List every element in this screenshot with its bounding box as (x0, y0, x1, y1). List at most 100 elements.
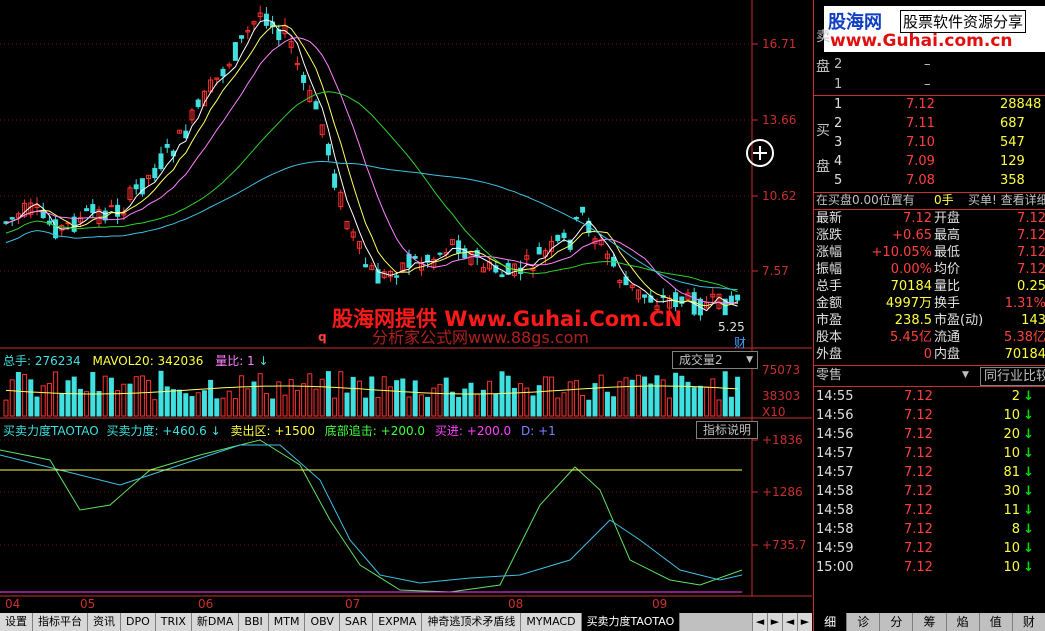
buy-level: 4 (834, 154, 843, 169)
quote-value: 0 (923, 347, 932, 362)
logo-slogan: 股票软件资源分享 (900, 10, 1027, 33)
tick-time: 14:56 (816, 427, 854, 442)
date-label: 07 (345, 597, 361, 611)
quote-label: 市盈(动) (934, 313, 984, 328)
tick-price: 7.12 (904, 408, 933, 423)
buy-level: 2 (834, 116, 843, 131)
scroll-left-icon[interactable]: ◄ (782, 613, 797, 631)
right-tab[interactable]: 诊 (847, 613, 881, 631)
tick-time: 14:55 (816, 389, 854, 404)
tab-new-dma[interactable]: 新DMA (191, 613, 240, 631)
right-tab[interactable]: 筹 (913, 613, 947, 631)
quote-value: +0.65 (892, 228, 932, 243)
quote-value: 5.38亿 (1004, 330, 1045, 345)
chart-area[interactable]: 16.71 13.66 10.62 7.57 5.25 财 q 股海网提供 Ww… (0, 0, 812, 612)
right-tab[interactable]: 细 (814, 613, 848, 631)
tab-news[interactable]: 资讯 (88, 613, 121, 631)
tick-volume: 8 (1011, 522, 1020, 537)
quote-value: 0.25 (1017, 279, 1045, 294)
indicator-force: 买卖力度: +460.6 (106, 424, 207, 438)
quote-value: 7.12 (903, 211, 932, 226)
volume-axis-label: 75073 (762, 363, 801, 377)
tick-row: 14:56 7.12 10 ↓ (814, 407, 1045, 424)
buy-volume: 687 (1000, 116, 1025, 131)
quote-label: 内盘 (934, 347, 961, 362)
date-label: 04 (5, 597, 21, 611)
scroll-right-icon[interactable]: ► (797, 613, 812, 631)
tab-mymacd[interactable]: MYMACD (521, 613, 582, 631)
tick-volume: 30 (1003, 484, 1020, 499)
buy-row[interactable]: 2 7.11 687 (814, 115, 1045, 132)
quote-label: 市盈 (816, 313, 843, 328)
right-tab[interactable]: 值 (980, 613, 1013, 631)
quote-row: 市盈 238.5 市盈(动) 143 (814, 312, 1045, 329)
tab-dpo[interactable]: DPO (121, 613, 156, 631)
indicator-axis-label: +1836 (762, 433, 803, 447)
cai-marker[interactable]: 财 (734, 334, 746, 351)
buy-level: 1 (834, 97, 843, 112)
quote-value: 7.12 (1017, 262, 1045, 277)
quote-label: 最低 (934, 245, 961, 260)
tick-time: 14:57 (816, 465, 854, 480)
quote-label: 量比 (934, 279, 961, 294)
tick-time: 14:58 (816, 522, 854, 537)
tab-sar[interactable]: SAR (339, 613, 374, 631)
right-tab[interactable]: 焰 (947, 613, 980, 631)
buy-row[interactable]: 1 7.12 28848 (814, 96, 1045, 113)
quote-label: 最新 (816, 211, 843, 226)
tick-price: 7.12 (904, 503, 933, 518)
logo: 股海网 股票软件资源分享 www.Guhai.com.cn (824, 6, 1045, 52)
indicator-help-button[interactable]: 指标说明 (696, 421, 759, 439)
tick-time: 14:57 (816, 446, 854, 461)
quote-label: 外盘 (816, 347, 843, 362)
tick-row: 14:55 7.12 2 ↓ (814, 388, 1045, 405)
quote-value: +10.05% (871, 245, 932, 260)
sell-row[interactable]: 2 – (814, 56, 1045, 73)
tick-row: 14:58 7.12 8 ↓ (814, 521, 1045, 538)
quote-value: 5.45亿 (890, 330, 932, 345)
scroll-right-icon[interactable]: ► (767, 613, 782, 631)
buy-row[interactable]: 4 7.09 129 (814, 153, 1045, 170)
arrow-down-icon: ↓ (1023, 522, 1034, 537)
buy-row[interactable]: 3 7.10 547 (814, 134, 1045, 151)
scroll-left-icon[interactable]: ◄ (752, 613, 767, 631)
volume-axis-label: X10 (762, 405, 786, 419)
date-label: 09 (652, 597, 668, 611)
tab-settings[interactable]: 设置 (0, 613, 33, 631)
quote-label: 开盘 (934, 211, 961, 226)
tick-price: 7.12 (904, 560, 933, 575)
quote-value: 143 (1021, 313, 1045, 328)
tab-scroll: ◄ ► ◄ ► (752, 613, 812, 631)
tab-mtm[interactable]: MTM (268, 613, 306, 631)
indicator-tabs: 设置 指标平台 资讯 DPO TRIX 新DMA BBI MTM OBV SAR… (0, 613, 812, 631)
buy-volume: 547 (1000, 135, 1025, 150)
volume-type-dropdown[interactable]: 成交量2 ▼ (672, 351, 758, 369)
right-tab[interactable]: 财 (1013, 613, 1045, 631)
buy-price: 7.11 (906, 116, 935, 131)
tick-volume: 2 (1011, 389, 1020, 404)
tab-indicator-platform[interactable]: 指标平台 (33, 613, 88, 631)
sell-row[interactable]: 1 – (814, 76, 1045, 93)
arrow-down-icon: ↓ (258, 354, 269, 368)
tab-escape-top[interactable]: 神奇逃顶术矛盾线 (422, 613, 522, 631)
chevron-down-icon: ▼ (746, 355, 753, 365)
tick-row: 14:57 7.12 81 ↓ (814, 464, 1045, 481)
tab-taotao[interactable]: 买卖力度TAOTAO (581, 613, 681, 631)
quote-label: 涨跌 (816, 228, 843, 243)
tick-price: 7.12 (904, 484, 933, 499)
tick-row: 14:59 7.12 10 ↓ (814, 540, 1045, 557)
buy-price: 7.10 (906, 135, 935, 150)
right-tab[interactable]: 分 (880, 613, 914, 631)
quote-value: 70184 (890, 279, 932, 294)
buy-row[interactable]: 5 7.08 358 (814, 172, 1045, 189)
buy-price: 7.12 (906, 97, 935, 112)
tab-trix[interactable]: TRIX (155, 613, 192, 631)
mavol-value: MAVOL20: 342036 (92, 354, 204, 368)
volume-header: 总手: 276234 MAVOL20: 342036 量比: 1 ↓ (3, 352, 269, 369)
indicator-header: 买卖力度TAOTAO 买卖力度: +460.6 ↓ 卖出区: +1500 底部追… (3, 422, 556, 439)
order-info[interactable]: 在买盘0.00位置有 0手 买单! 查看详细 (814, 192, 1045, 209)
tab-obv[interactable]: OBV (305, 613, 340, 631)
tab-expma[interactable]: EXPMA (373, 613, 423, 631)
quote-row: 外盘 0 内盘 70184 (814, 346, 1045, 363)
tab-bbi[interactable]: BBI (239, 613, 269, 631)
